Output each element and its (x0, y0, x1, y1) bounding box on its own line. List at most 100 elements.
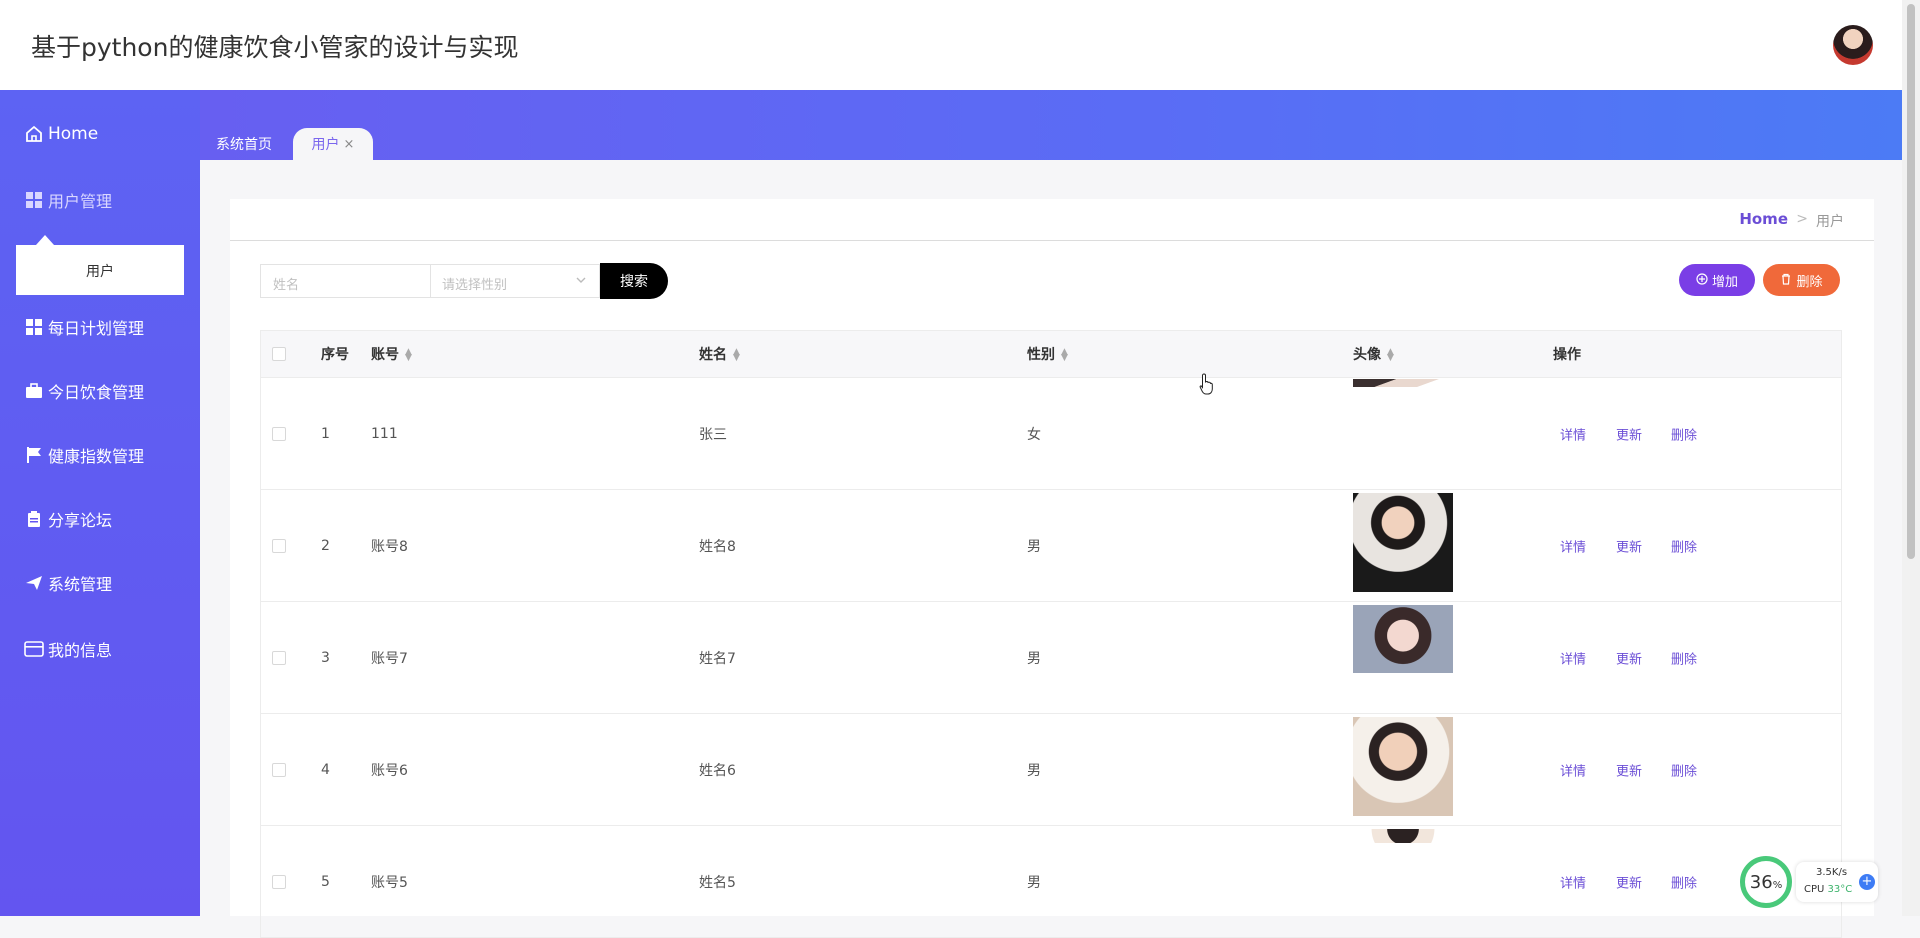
clipboard-icon (24, 509, 44, 529)
sort-icon[interactable]: ▲ ▼ (1387, 348, 1394, 363)
update-link[interactable]: 更新 (1616, 872, 1642, 891)
delete-button[interactable]: 删除 (1763, 264, 1840, 296)
sort-icon[interactable]: ▲ ▼ (1061, 348, 1068, 363)
sort-icon[interactable]: ▲ ▼ (405, 348, 412, 363)
header-label: 账号 (371, 347, 399, 363)
cell-sex: 男 (1027, 538, 1041, 555)
table-row: 3 账号7 姓名7 男 详情 更新 删除 (260, 602, 1842, 714)
header-label: 头像 (1353, 347, 1381, 363)
header-account[interactable]: 账号 ▲ ▼ (371, 344, 412, 364)
sidebar-item-label: 健康指数管理 (48, 447, 145, 466)
cell-sex: 男 (1027, 874, 1041, 891)
sidebar: Home 用户管理 用户 每日计划管理 今日饮食管理 健康指数管理 分享论坛 系… (0, 90, 200, 916)
cell-index: 5 (321, 873, 330, 890)
avatar-image (1353, 717, 1453, 816)
cell-account: 账号7 (371, 650, 408, 667)
sidebar-item-my-info[interactable]: 我的信息 (24, 635, 112, 663)
page-scrollbar[interactable] (1902, 0, 1920, 916)
sidebar-item-label: 分享论坛 (48, 511, 113, 530)
add-button[interactable]: 增加 (1679, 264, 1755, 296)
sex-select[interactable]: 请选择性别 (430, 264, 600, 298)
table-row: 5 账号5 姓名5 男 详情 更新 删除 (260, 826, 1842, 938)
breadcrumb-home[interactable]: Home (1739, 210, 1788, 228)
sidebar-item-forum[interactable]: 分享论坛 (24, 505, 112, 533)
select-all-checkbox[interactable] (272, 347, 286, 361)
usage-percent: 36 (1749, 871, 1773, 893)
delete-link[interactable]: 删除 (1671, 648, 1697, 667)
update-link[interactable]: 更新 (1616, 536, 1642, 555)
home-icon (24, 124, 44, 144)
cell-sex: 男 (1027, 650, 1041, 667)
sidebar-item-user-management[interactable]: 用户管理 (24, 186, 112, 214)
send-icon (24, 573, 44, 593)
card-icon (24, 639, 44, 659)
detail-link[interactable]: 详情 (1560, 648, 1586, 667)
update-link[interactable]: 更新 (1616, 424, 1642, 443)
detail-link[interactable]: 详情 (1560, 760, 1586, 779)
cell-sex: 男 (1027, 762, 1041, 779)
tab-user[interactable]: 用户 × (293, 128, 373, 160)
top-header: 基于python的健康饮食小管家的设计与实现 (0, 0, 1902, 90)
sidebar-item-label: 我的信息 (48, 641, 113, 660)
delete-link[interactable]: 删除 (1671, 424, 1697, 443)
network-speed: 3.5K/s (1816, 867, 1848, 878)
header-sex[interactable]: 性别 ▲ ▼ (1027, 344, 1068, 364)
briefcase-icon (24, 381, 44, 401)
chevron-down-icon (575, 274, 587, 289)
cell-sex: 女 (1027, 426, 1041, 443)
sidebar-item-system[interactable]: 系统管理 (24, 569, 112, 597)
tab-label: 用户 (311, 137, 340, 153)
scrollbar-thumb[interactable] (1907, 4, 1915, 559)
row-checkbox[interactable] (272, 762, 286, 777)
breadcrumb-current: 用户 (1816, 214, 1844, 230)
header-ops: 操作 (1553, 347, 1581, 363)
delete-link[interactable]: 删除 (1671, 760, 1697, 779)
submenu-item-label: 用户 (86, 264, 114, 280)
add-button-label: 增加 (1711, 274, 1738, 290)
sidebar-item-home[interactable]: Home (24, 120, 98, 148)
user-avatar[interactable] (1833, 25, 1873, 65)
name-search-input[interactable]: 姓名 (260, 264, 430, 298)
submenu-user[interactable]: 用户 (16, 235, 184, 295)
delete-link[interactable]: 删除 (1671, 872, 1697, 891)
sidebar-item-label: 今日饮食管理 (48, 383, 145, 402)
sidebar-item-today-diet[interactable]: 今日饮食管理 (24, 377, 144, 405)
plus-icon[interactable]: + (1859, 874, 1875, 890)
row-checkbox[interactable] (272, 538, 286, 553)
delete-link[interactable]: 删除 (1671, 536, 1697, 555)
close-icon[interactable]: × (344, 137, 355, 152)
header-name[interactable]: 姓名 ▲ ▼ (699, 344, 740, 364)
avatar-image (1353, 493, 1453, 592)
cell-name: 张三 (699, 426, 727, 443)
search-button[interactable]: 搜索 (600, 263, 668, 299)
sex-select-placeholder: 请选择性别 (442, 278, 508, 293)
breadcrumb-separator: > (1796, 211, 1808, 227)
row-checkbox[interactable] (272, 874, 286, 889)
table-row: 4 账号6 姓名6 男 详情 更新 删除 (260, 714, 1842, 826)
grid-icon (24, 317, 44, 337)
tab-system-home[interactable]: 系统首页 (200, 128, 288, 160)
sidebar-item-daily-plan[interactable]: 每日计划管理 (24, 313, 144, 341)
row-checkbox[interactable] (272, 426, 286, 441)
header-avatar[interactable]: 头像 ▲ ▼ (1353, 344, 1394, 364)
cell-name: 姓名6 (699, 762, 736, 779)
detail-link[interactable]: 详情 (1560, 424, 1586, 443)
sidebar-item-health-index[interactable]: 健康指数管理 (24, 441, 144, 469)
cpu-temperature: CPU 33°C (1804, 884, 1852, 895)
header-label: 姓名 (699, 347, 727, 363)
delete-button-label: 删除 (1796, 274, 1823, 290)
row-checkbox[interactable] (272, 650, 286, 665)
sidebar-item-label: 每日计划管理 (48, 319, 145, 338)
tab-label: 系统首页 (216, 137, 272, 153)
user-table: 序号 账号 ▲ ▼ 姓名 ▲ ▼ 性别 ▲ ▼ 头像 ▲ ▼ 操作 1 111 张三 女 详情 … (260, 330, 1842, 938)
cpu-label: CPU (1804, 884, 1825, 895)
system-monitor-widget[interactable]: 36% 3.5K/s CPU 33°C + (1740, 856, 1880, 908)
detail-link[interactable]: 详情 (1560, 536, 1586, 555)
update-link[interactable]: 更新 (1616, 648, 1642, 667)
cell-account: 账号6 (371, 762, 408, 779)
update-link[interactable]: 更新 (1616, 760, 1642, 779)
sort-icon[interactable]: ▲ ▼ (733, 348, 740, 363)
trash-icon (1780, 273, 1792, 288)
detail-link[interactable]: 详情 (1560, 872, 1586, 891)
cell-index: 3 (321, 649, 330, 666)
